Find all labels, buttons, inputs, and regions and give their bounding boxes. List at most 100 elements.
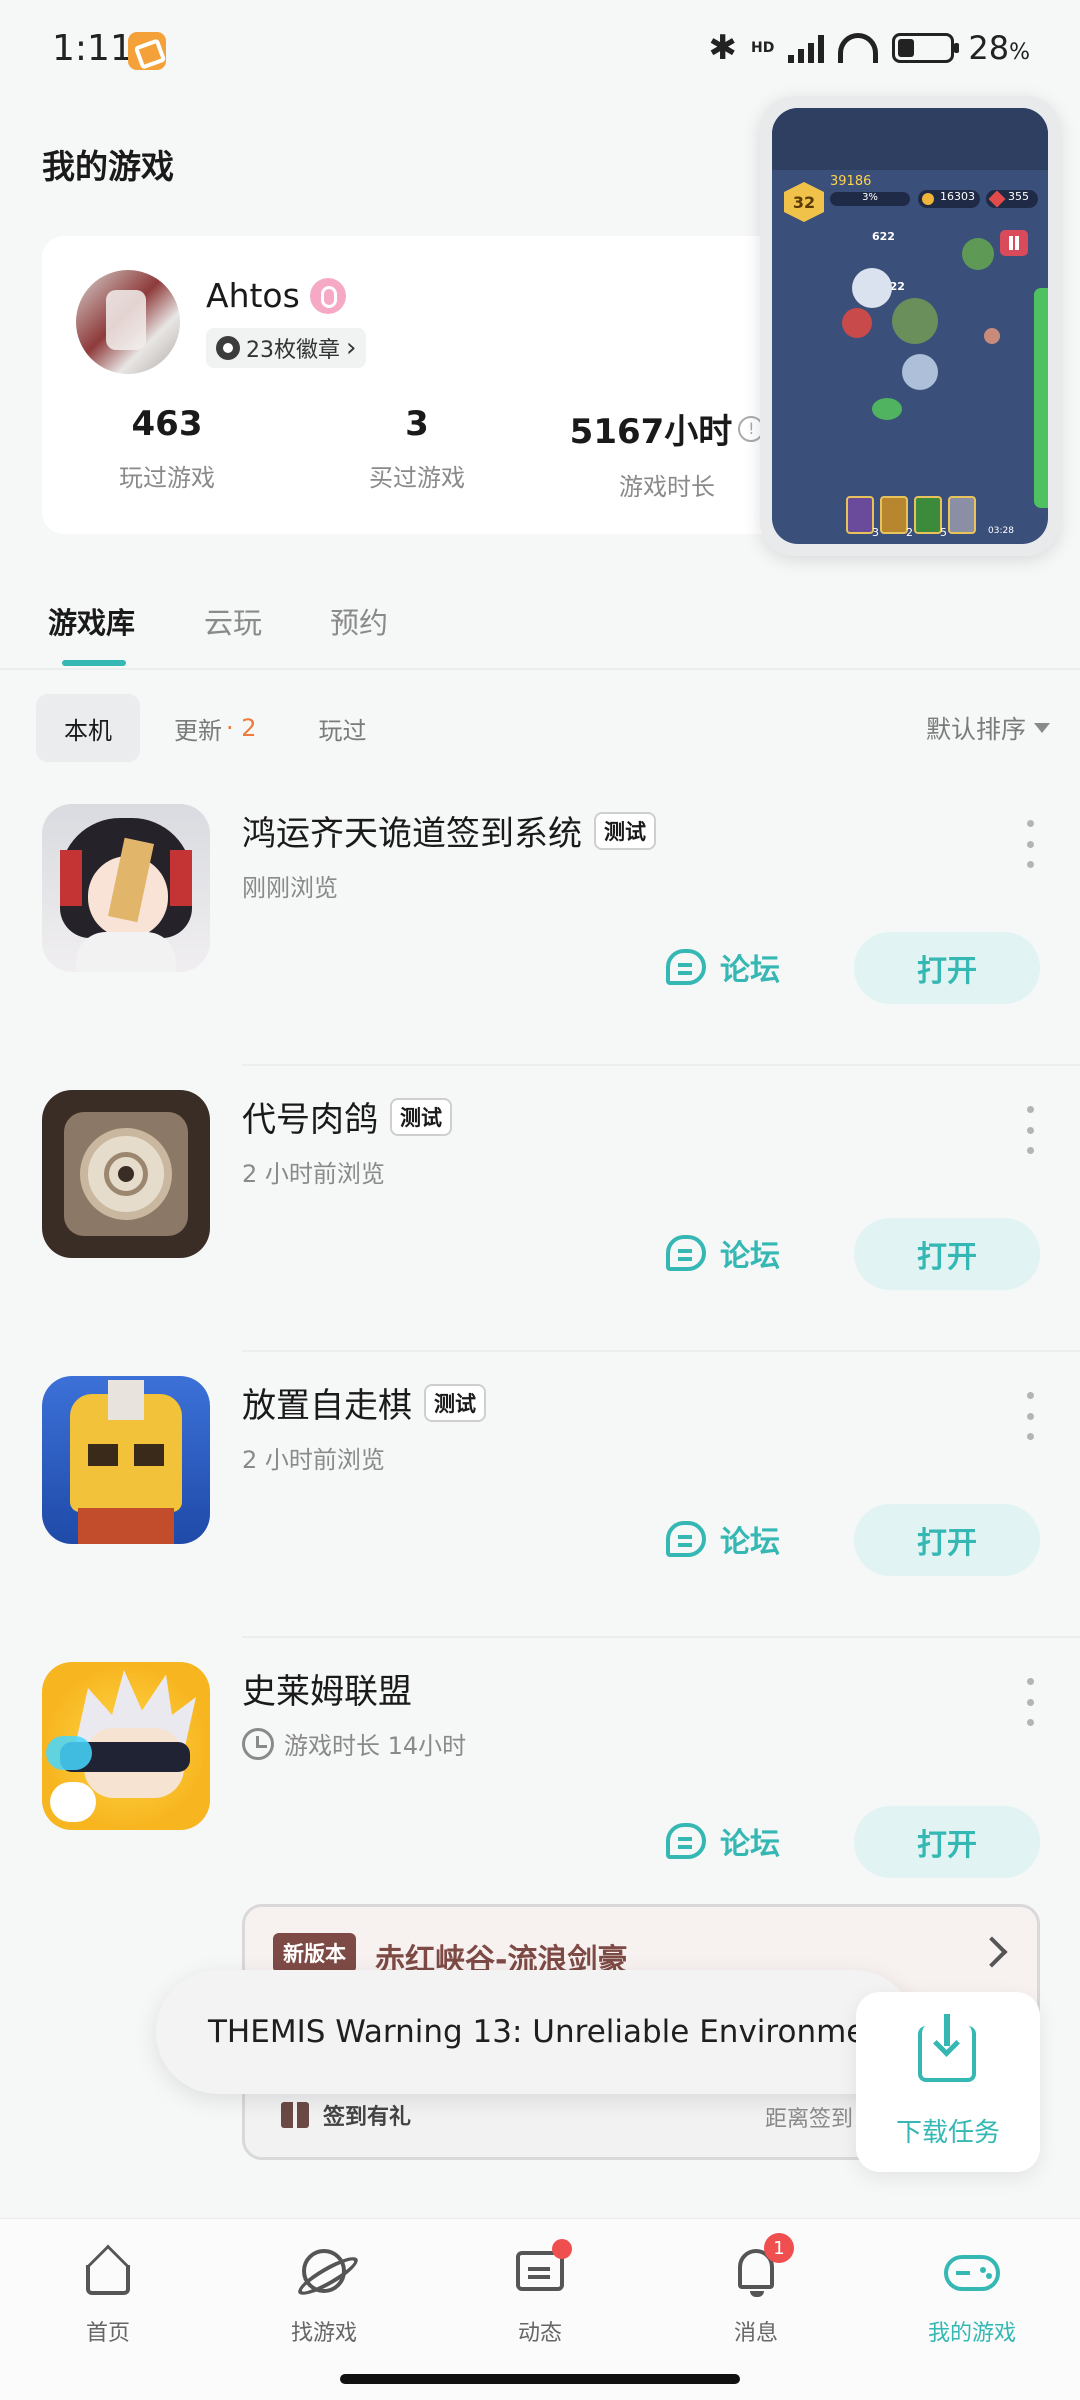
open-button[interactable]: 打开 xyxy=(854,1806,1040,1878)
game-list-item[interactable]: 鸿运齐天诡道签到系统 测试 刚刚浏览 论坛 打开 xyxy=(0,804,1080,1090)
chat-icon xyxy=(666,1823,706,1859)
test-tag: 测试 xyxy=(424,1383,486,1422)
stat-playtime[interactable]: 5167小时! 游戏时长 xyxy=(542,404,792,502)
game-timer: 03:28 xyxy=(988,526,1014,536)
game-unit xyxy=(852,268,892,308)
more-options-icon[interactable] xyxy=(1022,1106,1038,1154)
game-title[interactable]: 代号肉鸽 测试 xyxy=(242,1092,452,1141)
bottom-nav: 首页 找游戏 动态 1 消息 我的游戏 xyxy=(0,2218,1080,2400)
username[interactable]: Ahtos xyxy=(206,276,346,315)
forum-button[interactable]: 论坛 xyxy=(666,1806,780,1876)
download-task-button[interactable]: 下载任务 xyxy=(856,1992,1040,2172)
stat-played[interactable]: 463 玩过游戏 xyxy=(42,404,292,502)
bluetooth-icon: ✱ xyxy=(708,28,738,68)
divider xyxy=(242,1064,1080,1066)
game-screen[interactable]: 32 39186 3% 16303 355 622 622 3 2 5 03:2… xyxy=(772,108,1048,544)
side-health-bar xyxy=(1034,288,1048,508)
more-options-icon[interactable] xyxy=(1022,820,1038,868)
nav-find-games[interactable]: 找游戏 xyxy=(244,2243,404,2347)
game-title[interactable]: 史莱姆联盟 xyxy=(242,1664,412,1713)
caret-down-icon xyxy=(1034,723,1050,733)
skill-card[interactable] xyxy=(948,496,976,534)
level-badge: 32 xyxy=(784,182,824,222)
open-button[interactable]: 打开 xyxy=(854,1218,1040,1290)
update-count: · 2 xyxy=(226,714,257,742)
sub-tabs: 本机 更新 · 2 玩过 xyxy=(36,694,395,762)
status-indicators: ✱ HD 28% xyxy=(709,26,1030,70)
page-title: 我的游戏 xyxy=(42,147,174,186)
hd-indicator: HD xyxy=(751,40,775,56)
new-version-tag: 新版本 xyxy=(273,1933,356,1973)
subtab-played[interactable]: 玩过 xyxy=(291,694,395,762)
avatar[interactable] xyxy=(76,270,180,374)
planet-icon xyxy=(302,2249,346,2293)
level-progress: 3% xyxy=(830,192,910,206)
chevron-right-icon: › xyxy=(346,333,357,363)
badges-count: 23枚徽章 xyxy=(246,338,340,363)
forum-button[interactable]: 论坛 xyxy=(666,1504,780,1574)
more-options-icon[interactable] xyxy=(1022,1392,1038,1440)
nav-messages[interactable]: 1 消息 xyxy=(676,2233,836,2347)
battery-percent: 28% xyxy=(968,29,1030,67)
notification-dot xyxy=(552,2239,572,2259)
checkin-gift[interactable]: 签到有礼 xyxy=(281,2099,411,2131)
forum-button[interactable]: 论坛 xyxy=(666,932,780,1002)
checkin-countdown: 距离签到 xyxy=(765,2107,854,2132)
skill-card[interactable] xyxy=(914,496,942,534)
gamepad-icon xyxy=(944,2255,1000,2291)
battery-icon xyxy=(892,33,960,63)
skill-card[interactable] xyxy=(846,496,874,534)
game-unit xyxy=(892,298,938,344)
nav-feed[interactable]: 动态 xyxy=(460,2239,620,2347)
clock-icon xyxy=(242,1727,274,1760)
game-icon[interactable] xyxy=(42,804,210,972)
nav-my-games[interactable]: 我的游戏 xyxy=(892,2243,1052,2347)
game-icon[interactable] xyxy=(42,1376,210,1544)
my-games-screen: 1:11 ✱ HD 28% 我的游戏 Ahtos 23枚徽章 › 463 玩过游… xyxy=(0,0,1080,2400)
stat-purchased[interactable]: 3 买过游戏 xyxy=(292,404,542,502)
tab-indicator xyxy=(62,660,126,666)
forum-button[interactable]: 论坛 xyxy=(666,1218,780,1288)
nav-home[interactable]: 首页 xyxy=(28,2243,188,2347)
subtab-local[interactable]: 本机 xyxy=(36,694,140,762)
female-icon xyxy=(309,277,346,314)
game-top-bar xyxy=(772,108,1048,170)
damage-number: 622 xyxy=(872,230,895,243)
message-badge: 1 xyxy=(764,2233,794,2263)
download-icon xyxy=(918,2014,976,2082)
medal-icon xyxy=(216,336,240,360)
open-button[interactable]: 打开 xyxy=(854,932,1040,1004)
game-icon[interactable] xyxy=(42,1662,210,1830)
open-button[interactable]: 打开 xyxy=(854,1504,1040,1576)
floating-game-window[interactable]: 32 39186 3% 16303 355 622 622 3 2 5 03:2… xyxy=(760,96,1060,556)
skill-card[interactable] xyxy=(880,496,908,534)
game-unit xyxy=(984,328,1000,344)
tab-reservations[interactable]: 预约 xyxy=(330,600,388,642)
game-list-item[interactable]: 代号肉鸽 测试 2 小时前浏览 论坛 打开 xyxy=(0,1090,1080,1376)
game-unit xyxy=(872,398,902,420)
game-icon[interactable] xyxy=(42,1090,210,1258)
subtab-updates[interactable]: 更新 · 2 xyxy=(146,694,285,762)
game-subtitle: 2 小时前浏览 xyxy=(242,1446,385,1474)
tab-library[interactable]: 游戏库 xyxy=(48,600,135,642)
sort-dropdown[interactable]: 默认排序 xyxy=(926,710,1050,746)
badges-link[interactable]: 23枚徽章 › xyxy=(206,328,367,368)
home-indicator[interactable] xyxy=(340,2374,740,2384)
divider xyxy=(242,1636,1080,1638)
chat-icon xyxy=(666,1235,706,1271)
game-list-item[interactable]: 放置自走棋 测试 2 小时前浏览 论坛 打开 xyxy=(0,1376,1080,1662)
game-title[interactable]: 放置自走棋 测试 xyxy=(242,1378,486,1427)
notification-app-icon xyxy=(128,32,166,70)
game-unit xyxy=(842,308,872,338)
status-bar: 1:11 ✱ HD 28% xyxy=(0,0,1080,100)
divider xyxy=(242,1350,1080,1352)
game-subtitle: 游戏时长 14小时 xyxy=(242,1726,466,1761)
pause-icon[interactable] xyxy=(1000,230,1028,256)
tab-cloud-play[interactable]: 云玩 xyxy=(204,600,262,642)
more-options-icon[interactable] xyxy=(1022,1678,1038,1726)
warning-toast: THEMIS Warning 13: Unreliable Environmen… xyxy=(156,1970,916,2094)
game-unit xyxy=(962,238,994,270)
game-subtitle: 2 小时前浏览 xyxy=(242,1160,385,1188)
game-title[interactable]: 鸿运齐天诡道签到系统 测试 xyxy=(242,806,656,855)
chat-icon xyxy=(666,949,706,985)
